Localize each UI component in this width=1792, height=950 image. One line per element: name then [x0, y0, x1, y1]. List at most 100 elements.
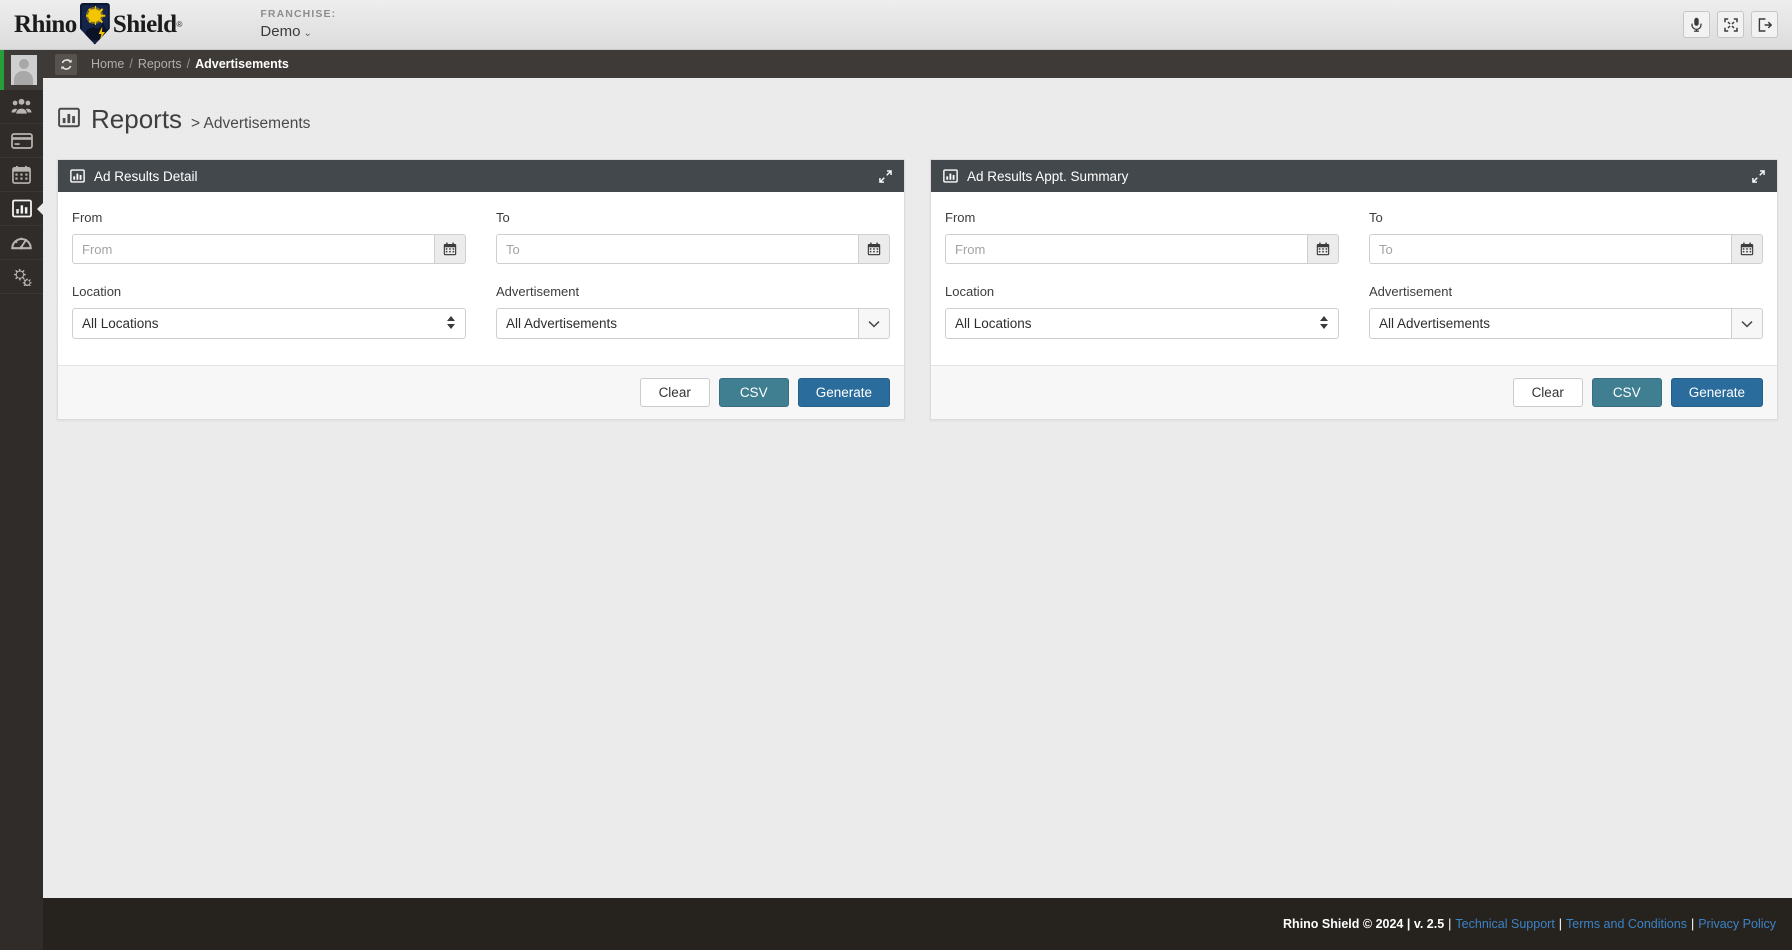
terms-and-conditions-link[interactable]: Terms and Conditions: [1566, 917, 1687, 931]
advertisement-field-group: Advertisement All Advertisements: [496, 284, 890, 339]
csv-button[interactable]: CSV: [1591, 378, 1662, 407]
advertisement-select-value[interactable]: All Advertisements: [1369, 308, 1731, 339]
panel-body: From From To To Location All Locations A…: [58, 192, 904, 345]
from-label: From: [72, 210, 103, 225]
from-label: From: [945, 210, 976, 225]
clear-button[interactable]: Clear: [639, 378, 710, 407]
advertisement-select-value[interactable]: All Advertisements: [496, 308, 858, 339]
page-title-sub: > Advertisements: [191, 115, 311, 132]
calendar-icon: [1316, 242, 1330, 256]
to-calendar-button[interactable]: [1731, 234, 1763, 264]
refresh-button[interactable]: [55, 53, 77, 75]
logout-icon: [1758, 17, 1772, 32]
franchise-selector[interactable]: FRANCHISE: Demo ⌄: [260, 8, 336, 40]
expand-icon[interactable]: [879, 169, 892, 183]
date-range-row: From From To To: [945, 210, 1763, 264]
location-select-value: All Locations: [955, 316, 1032, 331]
location-select[interactable]: All Locations: [945, 308, 1339, 339]
panel-header: Ad Results Appt. Summary: [931, 160, 1777, 192]
location-select[interactable]: All Locations: [72, 308, 466, 339]
users-icon: [11, 98, 32, 114]
clear-button[interactable]: Clear: [1512, 378, 1583, 407]
advertisement-field-group: Advertisement All Advertisements: [1369, 284, 1763, 339]
sort-arrows-icon: [447, 315, 455, 329]
advertisement-label: Advertisement: [1369, 284, 1453, 299]
panel-header: Ad Results Detail: [58, 160, 904, 192]
brand-logo[interactable]: Rhino Shield ®: [14, 2, 182, 48]
footer-separator: |: [1558, 917, 1563, 931]
expand-icon[interactable]: [1752, 169, 1765, 183]
page-footer: Rhino Shield © 2024 | v. 2.5 | Technical…: [43, 898, 1792, 950]
gears-icon: [14, 268, 32, 286]
breadcrumb-bar: Home / Reports / Advertisements: [0, 50, 1792, 78]
credit-card-icon: [10, 132, 33, 149]
footer-separator: |: [1690, 917, 1695, 931]
to-label: To: [1369, 210, 1383, 225]
microphone-button[interactable]: [1683, 11, 1710, 38]
avatar[interactable]: [0, 50, 43, 90]
csv-button[interactable]: CSV: [718, 378, 789, 407]
sidebar-item-calendar[interactable]: [0, 158, 43, 192]
chevron-down-icon: [868, 320, 880, 327]
breadcrumb-item-home[interactable]: Home: [91, 57, 124, 71]
chevron-down-icon: ⌄: [303, 28, 312, 40]
from-calendar-button[interactable]: [1307, 234, 1339, 264]
logo-text-left: Rhino: [14, 11, 77, 38]
location-label: Location: [72, 284, 122, 299]
application-window: Rhino Shield ® FRANCHISE: Demo ⌄ Home / …: [0, 0, 1792, 950]
advertisement-dropdown-button[interactable]: [1731, 308, 1763, 339]
filters-row: Location All Locations Advertisement All…: [945, 284, 1763, 339]
sidebar-item-reports[interactable]: [0, 192, 44, 226]
from-date-input[interactable]: [945, 234, 1307, 264]
breadcrumb-item-reports[interactable]: Reports: [138, 57, 182, 71]
gauge-icon: [11, 237, 32, 250]
sidebar-item-dashboard[interactable]: [0, 226, 43, 260]
panel-ad-results-detail: Ad Results Detail From From To To Locati…: [57, 159, 905, 420]
from-calendar-button[interactable]: [434, 234, 466, 264]
advertisement-select[interactable]: All Advertisements: [1369, 308, 1763, 339]
trademark-mark: ®: [176, 20, 183, 29]
from-field-group: From: [945, 210, 1339, 264]
from-input-group: [72, 234, 466, 264]
location-field-group: Location All Locations: [72, 284, 466, 339]
panel-title: Ad Results Appt. Summary: [967, 168, 1129, 184]
filters-row: Location All Locations Advertisement All…: [72, 284, 890, 339]
to-date-input[interactable]: [1369, 234, 1731, 264]
advertisement-dropdown-button[interactable]: [858, 308, 890, 339]
refresh-icon: [60, 58, 72, 70]
sidebar-item-settings[interactable]: [0, 260, 43, 294]
to-date-input[interactable]: [496, 234, 858, 264]
page-title-main: Reports: [91, 104, 183, 134]
privacy-policy-link[interactable]: Privacy Policy: [1698, 917, 1776, 931]
sidebar-item-customers[interactable]: [0, 90, 43, 124]
advertisement-label: Advertisement: [496, 284, 580, 299]
fullscreen-button[interactable]: [1717, 11, 1744, 38]
to-calendar-button[interactable]: [858, 234, 890, 264]
logout-button[interactable]: [1751, 11, 1778, 38]
microphone-icon: [1691, 17, 1702, 32]
advertisement-select[interactable]: All Advertisements: [496, 308, 890, 339]
calendar-icon: [1740, 242, 1754, 256]
calendar-icon: [12, 165, 31, 184]
generate-button[interactable]: Generate: [797, 378, 890, 407]
location-select-value: All Locations: [82, 316, 159, 331]
panel-actions: Clear CSV Generate: [931, 365, 1777, 419]
sidebar-item-payments[interactable]: [0, 124, 43, 158]
from-field-group: From: [72, 210, 466, 264]
franchise-value-text: Demo: [260, 23, 301, 41]
calendar-icon: [867, 242, 881, 256]
report-panels: Ad Results Detail From From To To Locati…: [57, 159, 1792, 420]
page-title: Reports > Advertisements: [58, 104, 1792, 135]
technical-support-link[interactable]: Technical Support: [1455, 917, 1554, 931]
panel-body: From From To To Location All Locations A…: [931, 192, 1777, 345]
to-input-group: [1369, 234, 1763, 264]
bar-chart-icon: [943, 169, 958, 183]
bar-chart-icon: [70, 169, 85, 183]
avatar-image: [10, 55, 37, 85]
chevron-down-icon: [1741, 320, 1753, 327]
franchise-value[interactable]: Demo ⌄: [260, 23, 336, 40]
from-date-input[interactable]: [72, 234, 434, 264]
generate-button[interactable]: Generate: [1670, 378, 1763, 407]
bar-chart-icon: [11, 199, 32, 218]
breadcrumb-separator: /: [129, 57, 133, 71]
